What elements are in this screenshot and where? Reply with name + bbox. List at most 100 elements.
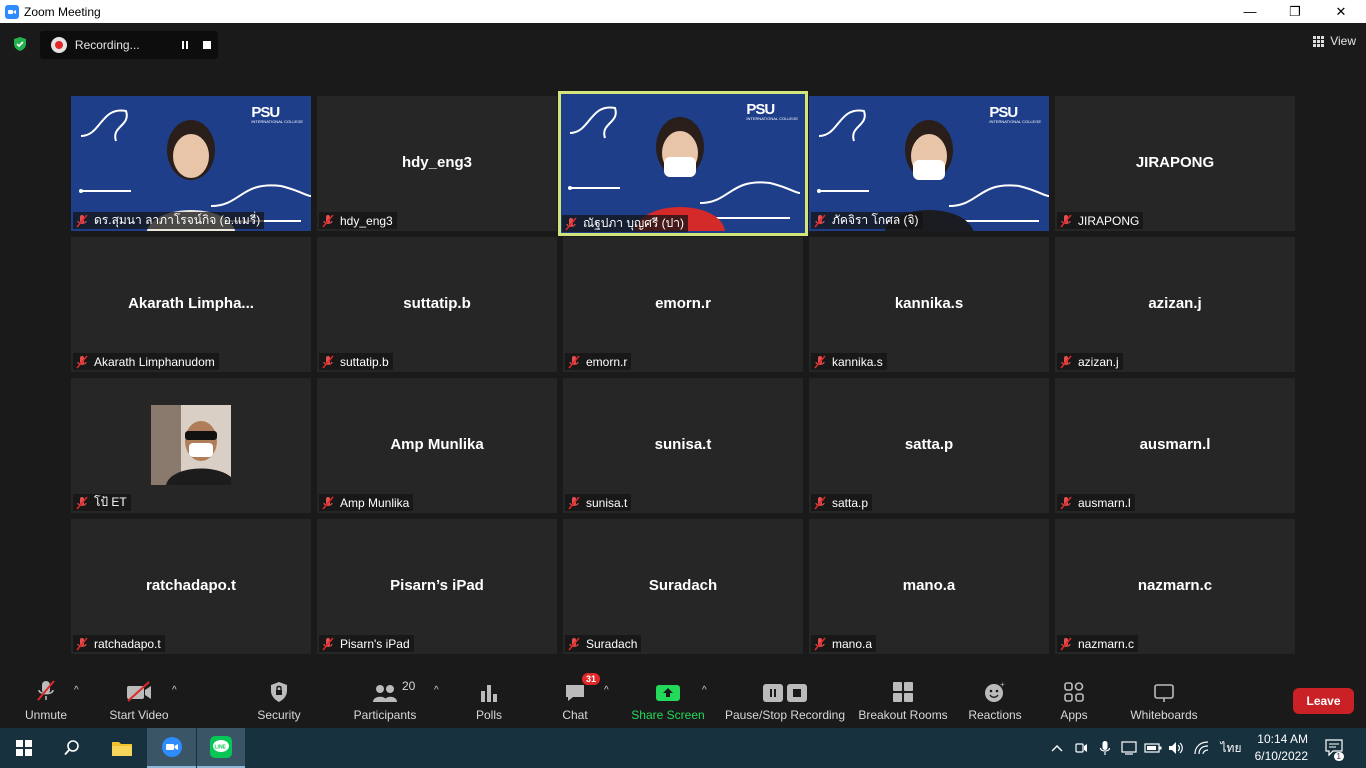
participant-name: ภัคจิรา โกศล (จิ) bbox=[832, 213, 919, 227]
participant-tile[interactable]: Suradach Suradach bbox=[563, 519, 803, 654]
participants-button[interactable]: 20 Participants bbox=[348, 673, 422, 728]
whiteboard-icon bbox=[1153, 679, 1175, 703]
muted-mic-icon bbox=[75, 214, 94, 228]
muted-mic-icon bbox=[567, 496, 586, 510]
participant-name-label: nazmarn.c bbox=[1057, 635, 1139, 652]
wifi-icon[interactable] bbox=[1192, 728, 1212, 768]
speaker-volume-icon[interactable] bbox=[1166, 728, 1186, 768]
participant-name: ratchadapo.t bbox=[94, 636, 161, 651]
participant-tile[interactable]: ratchadapo.t ratchadapo.t bbox=[71, 519, 311, 654]
participant-tile[interactable]: kannika.s kannika.s bbox=[809, 237, 1049, 372]
show-hidden-icons-chevron-icon[interactable] bbox=[1048, 728, 1066, 768]
muted-mic-icon bbox=[321, 355, 340, 369]
participant-video-person bbox=[635, 117, 725, 231]
notification-center-icon[interactable]: 1 bbox=[1320, 728, 1350, 768]
search-icon[interactable] bbox=[48, 728, 96, 768]
participant-tile[interactable]: JIRAPONG JIRAPONG bbox=[1055, 96, 1295, 231]
share-screen-icon bbox=[655, 679, 681, 703]
participant-display-name: Pisarn’s iPad bbox=[390, 577, 484, 594]
participant-tile[interactable]: hdy_eng3 hdy_eng3 bbox=[317, 96, 557, 231]
recording-label: Recording... bbox=[74, 38, 140, 52]
participant-name: ณัฐปภา บุญศรี (ปา) bbox=[583, 216, 684, 230]
participant-name: ดร.สุมนา ลาภาโรจน์กิจ (อ.แมรี่) bbox=[94, 213, 261, 227]
participant-tile[interactable]: Amp Munlika Amp Munlika bbox=[317, 378, 557, 513]
participant-name: nazmarn.c bbox=[1078, 636, 1135, 651]
window-title: Zoom Meeting bbox=[24, 4, 101, 19]
video-options-caret-icon[interactable]: ^ bbox=[172, 685, 177, 696]
participants-caret-icon[interactable]: ^ bbox=[434, 685, 439, 696]
microphone-icon[interactable] bbox=[1096, 728, 1114, 768]
participant-name: Suradach bbox=[586, 636, 638, 651]
participant-tile[interactable]: suttatip.b suttatip.b bbox=[317, 237, 557, 372]
whiteboards-button[interactable]: Whiteboards bbox=[1124, 673, 1204, 728]
chat-label: Chat bbox=[562, 708, 588, 722]
participant-tile[interactable]: emorn.r emorn.r bbox=[563, 237, 803, 372]
participant-display-name: mano.a bbox=[902, 577, 956, 594]
share-caret-icon[interactable]: ^ bbox=[702, 685, 707, 696]
line-app-icon[interactable]: LINE bbox=[197, 728, 245, 768]
participant-tile[interactable]: satta.p satta.p bbox=[809, 378, 1049, 513]
participant-name: hdy_eng3 bbox=[340, 213, 393, 228]
battery-icon[interactable] bbox=[1143, 728, 1163, 768]
audio-options-caret-icon[interactable]: ^ bbox=[74, 685, 79, 696]
apps-button[interactable]: Apps bbox=[1054, 673, 1094, 728]
participant-tile[interactable]: Pisarn’s iPad Pisarn's iPad bbox=[317, 519, 557, 654]
participant-tile[interactable]: PSU INTERNATIONAL COLLEGE ภัคจิรา โกศล (จิ… bbox=[809, 96, 1049, 231]
participant-tile[interactable]: PSU INTERNATIONAL COLLEGE ณัฐปภา บุญศรี (ป… bbox=[558, 91, 808, 236]
input-language-indicator[interactable]: ไทย bbox=[1218, 728, 1244, 768]
participant-tile[interactable]: nazmarn.c nazmarn.c bbox=[1055, 519, 1295, 654]
participant-name-label: Akarath Limphanudom bbox=[73, 353, 219, 370]
close-button[interactable]: ✕ bbox=[1318, 0, 1364, 23]
muted-mic-icon bbox=[35, 679, 57, 703]
chat-caret-icon[interactable]: ^ bbox=[604, 685, 609, 696]
taskbar-clock[interactable]: 10:14 AM 6/10/2022 bbox=[1248, 731, 1308, 765]
polls-button[interactable]: Polls bbox=[466, 673, 512, 728]
leave-button[interactable]: Leave bbox=[1293, 688, 1354, 714]
participant-tile[interactable]: sunisa.t sunisa.t bbox=[563, 378, 803, 513]
restore-button[interactable]: ❐ bbox=[1272, 0, 1318, 23]
unmute-button[interactable]: Unmute bbox=[15, 673, 77, 728]
muted-mic-icon bbox=[567, 355, 586, 369]
meet-now-icon[interactable] bbox=[1072, 728, 1090, 768]
participant-name-label: Pisarn's iPad bbox=[319, 635, 414, 652]
participant-tile[interactable]: PSU INTERNATIONAL COLLEGE ดร.สุมนา ลาภาโรจ… bbox=[71, 96, 311, 231]
breakout-rooms-label: Breakout Rooms bbox=[858, 708, 948, 722]
apps-icon bbox=[1063, 679, 1085, 703]
participants-count: 20 bbox=[402, 679, 416, 693]
network-status-icon[interactable] bbox=[1119, 728, 1139, 768]
shield-check-icon[interactable] bbox=[12, 36, 28, 52]
file-explorer-icon[interactable] bbox=[98, 728, 146, 768]
participant-name: emorn.r bbox=[586, 354, 628, 369]
muted-mic-icon bbox=[321, 214, 340, 228]
minimize-button[interactable]: — bbox=[1227, 0, 1273, 23]
reactions-button[interactable]: + Reactions bbox=[965, 673, 1025, 728]
pause-stop-recording-button[interactable]: Pause/Stop Recording bbox=[722, 673, 848, 728]
pause-recording-button[interactable] bbox=[174, 34, 196, 56]
chat-button[interactable]: 31 Chat bbox=[555, 673, 600, 728]
participant-tile[interactable]: azizan.j azizan.j bbox=[1055, 237, 1295, 372]
pause-stop-icon bbox=[762, 679, 808, 703]
participant-tile[interactable]: ausmarn.l ausmarn.l bbox=[1055, 378, 1295, 513]
start-video-button[interactable]: Start Video bbox=[103, 673, 175, 728]
stop-recording-button[interactable] bbox=[196, 34, 218, 56]
participant-name-label: ภัคจิรา โกศล (จิ) bbox=[811, 212, 923, 229]
windows-start-icon[interactable] bbox=[0, 728, 48, 768]
participant-tile[interactable]: Akarath Limpha... Akarath Limphanudom bbox=[71, 237, 311, 372]
muted-mic-icon bbox=[813, 355, 832, 369]
participant-tile[interactable]: โป้ ET bbox=[71, 378, 311, 513]
participant-name-label: Suradach bbox=[565, 635, 642, 652]
meeting-toolbar: Unmute ^ Start Video ^ Security 20 Parti… bbox=[0, 673, 1366, 728]
participant-tile[interactable]: mano.a mano.a bbox=[809, 519, 1049, 654]
polls-label: Polls bbox=[475, 708, 502, 722]
share-screen-button[interactable]: Share Screen bbox=[630, 673, 706, 728]
security-button[interactable]: Security bbox=[250, 673, 308, 728]
zoom-taskbar-icon[interactable] bbox=[147, 728, 196, 768]
participant-display-name: satta.p bbox=[904, 436, 954, 453]
participant-display-name: Akarath Limpha... bbox=[128, 295, 254, 312]
participant-avatar bbox=[151, 405, 231, 485]
breakout-rooms-button[interactable]: Breakout Rooms bbox=[856, 673, 950, 728]
participant-name: Akarath Limphanudom bbox=[94, 354, 215, 369]
participant-display-name: sunisa.t bbox=[654, 436, 712, 453]
view-button[interactable]: View bbox=[1313, 34, 1356, 48]
unmute-label: Unmute bbox=[24, 708, 68, 722]
